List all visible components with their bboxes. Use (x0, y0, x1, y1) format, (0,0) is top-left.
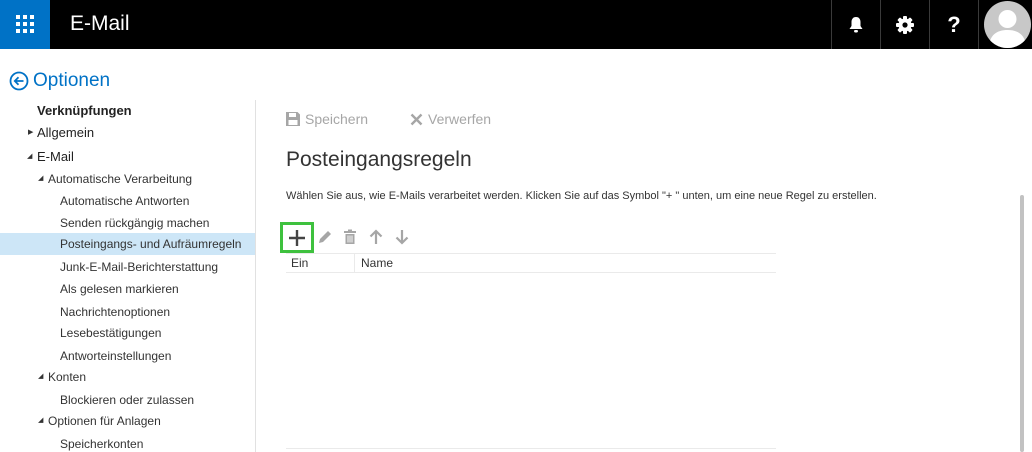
options-title: Optionen (33, 70, 111, 91)
sidebar-item-reply-settings[interactable]: Antworteinstellungen (0, 345, 255, 367)
caret-down-icon: ◢ (38, 417, 44, 424)
table-bottom-border (286, 448, 776, 449)
discard-button[interactable]: Verwerfen (410, 111, 491, 127)
trash-icon[interactable] (341, 228, 359, 246)
discard-label: Verwerfen (428, 111, 492, 127)
sidebar-item-storage-accounts[interactable]: Speicherkonten (0, 433, 255, 452)
sidebar-item-junk-reporting[interactable]: Junk-E-Mail-Berichterstattung (0, 256, 255, 278)
column-header-enabled[interactable]: Ein (286, 254, 355, 273)
save-label: Speichern (305, 111, 369, 127)
notifications-button[interactable] (831, 0, 880, 49)
vertical-scrollbar[interactable] (1018, 195, 1026, 452)
bell-icon (849, 16, 863, 32)
arrow-down-icon[interactable] (393, 228, 411, 246)
save-icon (286, 112, 300, 126)
sidebar-item-inbox-rules[interactable]: Posteingangs- und Aufräumregeln (0, 233, 255, 255)
pencil-icon[interactable] (316, 228, 334, 246)
close-icon (410, 113, 423, 125)
help-icon: ? (947, 11, 961, 37)
gear-icon (896, 15, 914, 34)
sidebar-item-undo-send[interactable]: Senden rückgängig machen (0, 212, 255, 234)
sidebar-item-email[interactable]: ◢ E-Mail (0, 146, 255, 168)
sidebar-item-block-or-allow[interactable]: Blockieren oder zulassen (0, 389, 255, 411)
rules-table: Ein Name (286, 253, 776, 273)
plus-icon (289, 229, 305, 246)
sidebar-item-shortcuts[interactable]: Verknüpfungen (0, 100, 255, 122)
back-arrow-icon (9, 71, 29, 91)
column-header-name[interactable]: Name (356, 254, 393, 273)
top-bar: E-Mail ? (0, 0, 1032, 49)
account-button[interactable] (978, 0, 1032, 49)
scrollbar-thumb[interactable] (1020, 195, 1024, 452)
caret-down-icon: ◢ (27, 153, 33, 160)
help-button[interactable]: ? (929, 0, 978, 49)
sidebar-item-general[interactable]: ▶ Allgemein (0, 122, 255, 144)
sidebar-item-accounts[interactable]: ◢ Konten (0, 366, 255, 388)
save-button[interactable]: Speichern (286, 111, 368, 127)
instruction-text: Wählen Sie aus, wie E-Mails verarbeitet … (286, 190, 877, 202)
avatar (984, 1, 1031, 48)
sidebar-item-attachment-options[interactable]: ◢ Optionen für Anlagen (0, 410, 255, 432)
caret-right-icon: ▶ (28, 129, 34, 136)
sidebar-item-mark-as-read[interactable]: Als gelesen markieren (0, 278, 255, 300)
arrow-up-icon[interactable] (367, 228, 385, 246)
options-back-button[interactable]: Optionen (9, 68, 110, 94)
table-header: Ein Name (286, 253, 776, 273)
settings-button[interactable] (880, 0, 929, 49)
caret-down-icon: ◢ (38, 373, 44, 380)
options-toolbar: Speichern Verwerfen (286, 108, 491, 130)
page-title: Posteingangsregeln (286, 148, 472, 171)
add-rule-button[interactable] (280, 222, 314, 253)
options-sidebar: Verknüpfungen ▶ Allgemein ◢ E-Mail ◢ Aut… (0, 100, 256, 452)
app-launcher-icon (16, 15, 34, 33)
sidebar-item-read-receipts[interactable]: Lesebestätigungen (0, 322, 255, 344)
sidebar-item-automatic-processing[interactable]: ◢ Automatische Verarbeitung (0, 168, 255, 190)
caret-down-icon: ◢ (38, 175, 44, 182)
sidebar-item-message-options[interactable]: Nachrichtenoptionen (0, 301, 255, 323)
app-launcher-button[interactable] (0, 0, 50, 49)
app-title: E-Mail (70, 12, 130, 35)
sidebar-item-automatic-replies[interactable]: Automatische Antworten (0, 190, 255, 212)
